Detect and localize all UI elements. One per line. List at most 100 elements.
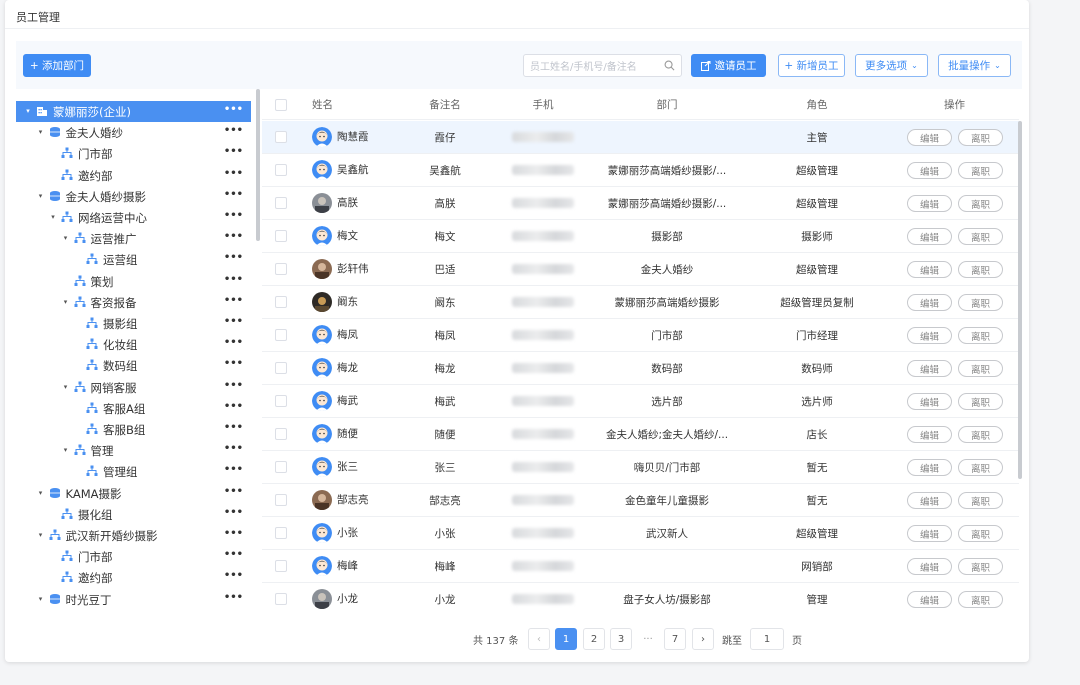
resign-button[interactable]: 离职 (958, 261, 1003, 278)
resign-button[interactable]: 离职 (958, 228, 1003, 245)
caret-down-icon[interactable]: ▾ (62, 383, 70, 391)
more-actions-icon[interactable]: ••• (224, 464, 243, 475)
row-checkbox[interactable] (275, 164, 287, 176)
table-row[interactable]: 梅文 梅文 摄影部 摄影师 编辑 离职 (262, 220, 1019, 253)
tree-node[interactable]: 邀约部 ••• (16, 567, 251, 588)
row-checkbox[interactable] (275, 131, 287, 143)
more-actions-icon[interactable]: ••• (224, 210, 243, 221)
table-row[interactable]: 小张 小张 武汉新人 超级管理 编辑 离职 (262, 517, 1019, 550)
more-actions-icon[interactable]: ••• (224, 146, 243, 157)
tree-node[interactable]: 数码组 ••• (16, 355, 251, 376)
tree-node[interactable]: 管理组 ••• (16, 461, 251, 482)
prev-page-button[interactable]: ‹ (528, 628, 550, 650)
resign-button[interactable]: 离职 (958, 393, 1003, 410)
tree-node[interactable]: ▾ 时光豆丁 ••• (16, 589, 251, 609)
tree-scrollbar[interactable] (256, 89, 260, 241)
more-actions-icon[interactable]: ••• (224, 549, 243, 560)
more-actions-icon[interactable]: ••• (224, 168, 243, 179)
table-scrollbar[interactable] (1018, 121, 1022, 479)
edit-button[interactable]: 编辑 (907, 492, 952, 509)
search-icon[interactable] (664, 60, 675, 71)
more-actions-icon[interactable]: ••• (224, 125, 243, 136)
edit-button[interactable]: 编辑 (907, 195, 952, 212)
resign-button[interactable]: 离职 (958, 294, 1003, 311)
edit-button[interactable]: 编辑 (907, 129, 952, 146)
more-actions-icon[interactable]: ••• (224, 189, 243, 200)
tree-node[interactable]: ▾ 蒙娜丽莎(企业) ••• (16, 101, 251, 122)
caret-down-icon[interactable]: ▾ (24, 107, 32, 115)
resign-button[interactable]: 离职 (958, 558, 1003, 575)
more-actions-icon[interactable]: ••• (224, 358, 243, 369)
table-row[interactable]: 郜志亮 郜志亮 金色童年儿童摄影 暂无 编辑 离职 (262, 484, 1019, 517)
tree-node[interactable]: 客服B组 ••• (16, 419, 251, 440)
tree-node[interactable]: 化妆组 ••• (16, 334, 251, 355)
page-button[interactable]: 2 (583, 628, 605, 650)
row-checkbox[interactable] (275, 296, 287, 308)
more-actions-icon[interactable]: ••• (224, 104, 243, 115)
table-row[interactable]: 阚东 阚东 蒙娜丽莎高端婚纱摄影 超级管理员复制 编辑 离职 (262, 286, 1019, 319)
resign-button[interactable]: 离职 (958, 525, 1003, 542)
caret-down-icon[interactable]: ▾ (49, 213, 57, 221)
row-checkbox[interactable] (275, 527, 287, 539)
table-row[interactable]: 梅龙 梅龙 数码部 数码师 编辑 离职 (262, 352, 1019, 385)
tree-node[interactable]: ▾ 管理 ••• (16, 440, 251, 461)
table-row[interactable]: 梅峰 梅峰 网销部 编辑 离职 (262, 550, 1019, 583)
more-actions-icon[interactable]: ••• (224, 252, 243, 263)
table-row[interactable]: 梅武 梅武 选片部 选片师 编辑 离职 (262, 385, 1019, 418)
row-checkbox[interactable] (275, 494, 287, 506)
resign-button[interactable]: 离职 (958, 162, 1003, 179)
table-row[interactable]: 陶慧霞 霞仔 主管 编辑 离职 (262, 121, 1019, 154)
caret-down-icon[interactable]: ▾ (62, 298, 70, 306)
more-actions-icon[interactable]: ••• (224, 231, 243, 242)
tree-node[interactable]: ▾ 运营推广 ••• (16, 228, 251, 249)
edit-button[interactable]: 编辑 (907, 327, 952, 344)
more-actions-icon[interactable]: ••• (224, 380, 243, 391)
edit-button[interactable]: 编辑 (907, 360, 952, 377)
tree-node[interactable]: ▾ 金夫人婚纱 ••• (16, 122, 251, 143)
edit-button[interactable]: 编辑 (907, 426, 952, 443)
edit-button[interactable]: 编辑 (907, 162, 952, 179)
row-checkbox[interactable] (275, 560, 287, 572)
more-actions-icon[interactable]: ••• (224, 528, 243, 539)
tree-node[interactable]: 邀约部 ••• (16, 165, 251, 186)
edit-button[interactable]: 编辑 (907, 591, 952, 608)
table-row[interactable]: 梅凤 梅凤 门市部 门市经理 编辑 离职 (262, 319, 1019, 352)
resign-button[interactable]: 离职 (958, 426, 1003, 443)
caret-down-icon[interactable]: ▾ (37, 489, 45, 497)
row-checkbox[interactable] (275, 461, 287, 473)
row-checkbox[interactable] (275, 593, 287, 605)
table-row[interactable]: 吴鑫航 吴鑫航 蒙娜丽莎高端婚纱摄影/... 超级管理 编辑 离职 (262, 154, 1019, 187)
resign-button[interactable]: 离职 (958, 459, 1003, 476)
caret-down-icon[interactable]: ▾ (37, 531, 45, 539)
more-options-dropdown[interactable]: 更多选项 ⌄ (855, 54, 928, 77)
resign-button[interactable]: 离职 (958, 591, 1003, 608)
table-row[interactable]: 随便 随便 金夫人婚纱;金夫人婚纱/... 店长 编辑 离职 (262, 418, 1019, 451)
edit-button[interactable]: 编辑 (907, 558, 952, 575)
tree-node[interactable]: 客服A组 ••• (16, 398, 251, 419)
table-row[interactable]: 小龙 小龙 盘子女人坊/摄影部 管理 编辑 离职 (262, 583, 1019, 609)
next-page-button[interactable]: › (692, 628, 714, 650)
batch-operations-dropdown[interactable]: 批量操作 ⌄ (938, 54, 1011, 77)
page-button[interactable]: 3 (610, 628, 632, 650)
row-checkbox[interactable] (275, 329, 287, 341)
tree-node[interactable]: 运营组 ••• (16, 249, 251, 270)
tree-node[interactable]: 摄化组 ••• (16, 504, 251, 525)
row-checkbox[interactable] (275, 197, 287, 209)
edit-button[interactable]: 编辑 (907, 294, 952, 311)
row-checkbox[interactable] (275, 263, 287, 275)
table-row[interactable]: 张三 张三 嗨贝贝/门市部 暂无 编辑 离职 (262, 451, 1019, 484)
caret-down-icon[interactable]: ▾ (37, 595, 45, 603)
jump-page-input[interactable]: 1 (750, 628, 784, 650)
row-checkbox[interactable] (275, 428, 287, 440)
page-button[interactable]: 7 (664, 628, 686, 650)
tree-node[interactable]: 策划 ••• (16, 271, 251, 292)
row-checkbox[interactable] (275, 362, 287, 374)
edit-button[interactable]: 编辑 (907, 228, 952, 245)
search-input[interactable]: 员工姓名/手机号/备注名 (523, 54, 682, 77)
tree-node[interactable]: ▾ 网络运营中心 ••• (16, 207, 251, 228)
tree-node[interactable]: ▾ KAMA摄影 ••• (16, 483, 251, 504)
tree-node[interactable]: ▾ 客资报备 ••• (16, 292, 251, 313)
add-department-button[interactable]: + 添加部门 (23, 54, 91, 77)
more-actions-icon[interactable]: ••• (224, 507, 243, 518)
more-actions-icon[interactable]: ••• (224, 486, 243, 497)
